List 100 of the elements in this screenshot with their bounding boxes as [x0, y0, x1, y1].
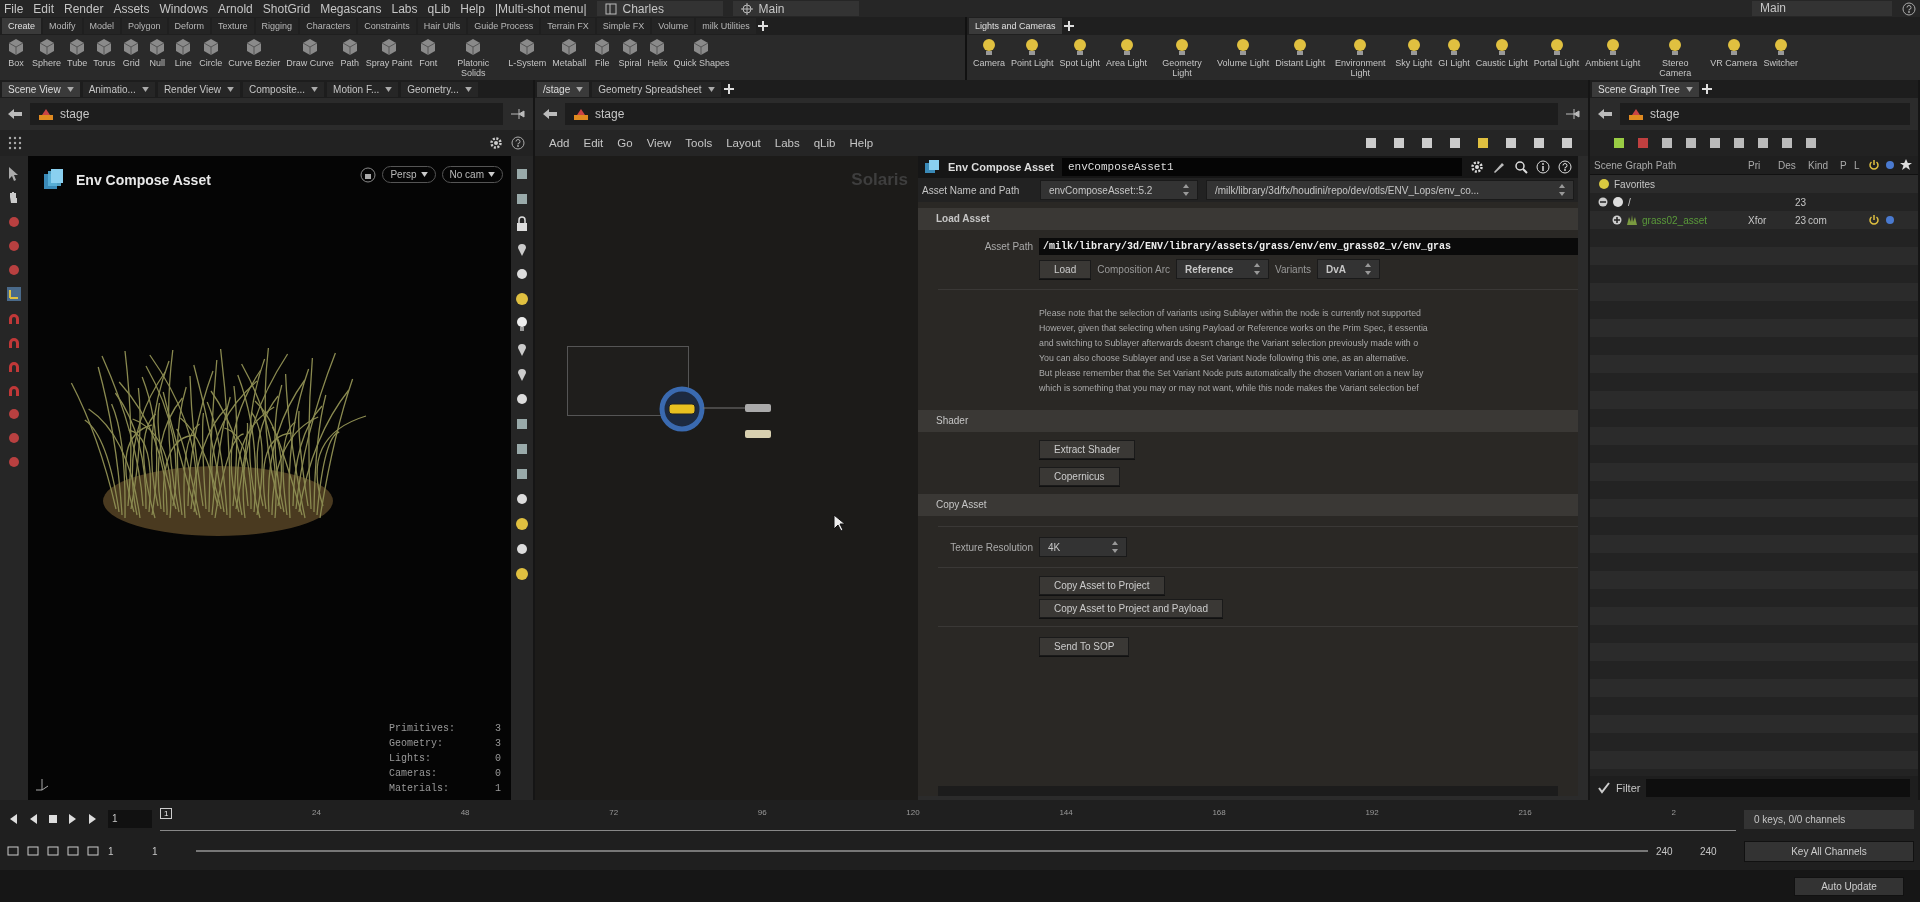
copy-asset-button[interactable]: Copy Asset to Project and Payload [1039, 599, 1223, 618]
search-icon[interactable] [1514, 160, 1528, 174]
desktop-dropdown[interactable]: Charles [596, 1, 723, 16]
shelf-tool[interactable]: Environment Light [1331, 37, 1390, 78]
sun-icon[interactable] [514, 516, 530, 532]
menu-item[interactable]: |Multi-shot menu| [494, 1, 587, 16]
plus-icon[interactable] [1701, 84, 1712, 94]
tree-row[interactable]: / 23 [1590, 193, 1918, 211]
tree-row[interactable]: Favorites [1590, 175, 1918, 193]
key-all-channels-button[interactable]: Key All Channels [1744, 840, 1914, 862]
cube-icon[interactable] [514, 416, 530, 432]
shelf-tool[interactable]: Camera [973, 37, 1005, 68]
shelf-tab[interactable]: Polygon [122, 18, 167, 34]
shelf-tool[interactable]: Curve Bezier [228, 37, 281, 68]
asset-path-field[interactable]: /milk/library/3d/ENV/library/assets/grass/env/env_grass02_v/env_gras [1039, 238, 1578, 255]
star-icon[interactable] [1900, 159, 1912, 171]
shelf-tab[interactable]: Lights and Cameras [969, 18, 1062, 34]
menu-item[interactable]: Render [64, 1, 104, 16]
menu-item[interactable]: Megascans [320, 1, 382, 16]
plus-icon[interactable] [757, 21, 768, 31]
sun-icon[interactable] [514, 291, 530, 307]
menu-item[interactable]: View [646, 137, 672, 149]
shader-button[interactable]: Extract Shader [1039, 440, 1136, 459]
shelf-tool[interactable]: Geometry Light [1153, 37, 1212, 78]
shelf-tool[interactable]: Torus [93, 37, 116, 68]
shelf-tool[interactable]: Spot Light [1059, 37, 1101, 68]
pane-tab[interactable]: Scene Graph Tree [1592, 81, 1699, 97]
menu-item[interactable]: Help [460, 1, 485, 16]
shelf-tool[interactable]: Caustic Light [1475, 37, 1528, 68]
cube-icon[interactable] [514, 191, 530, 207]
plus-icon[interactable] [723, 84, 734, 94]
shelf-tab[interactable]: Deform [168, 18, 211, 34]
shelf-tool[interactable]: Platonic Solids [444, 37, 503, 78]
auto-update-button[interactable]: Auto Update [1794, 876, 1904, 896]
tree-row[interactable]: grass02_asset Xfor 23 com [1590, 211, 1918, 229]
shelf-tool[interactable]: Circle [199, 37, 223, 68]
pane-tab[interactable]: Render View [157, 81, 240, 97]
sphere-icon[interactable] [514, 266, 530, 282]
expander-icon[interactable] [1598, 197, 1608, 207]
sphere-icon[interactable] [514, 541, 530, 557]
shelf-tool[interactable]: Path [339, 37, 360, 68]
shelf-tool[interactable]: Stereo Camera [1646, 37, 1705, 78]
toolbar-square-icon[interactable] [1392, 136, 1406, 150]
grid-dots-icon[interactable] [8, 136, 22, 150]
toolbar-square-icon[interactable] [1476, 136, 1490, 150]
shelf-tool[interactable]: Null [147, 37, 168, 68]
path-field[interactable]: stage [30, 103, 503, 125]
toolbar-square-icon[interactable] [1560, 136, 1574, 150]
copy-asset-button[interactable]: Copy Asset to Project [1039, 576, 1165, 595]
settings-icon[interactable] [489, 136, 503, 150]
tool-square-icon[interactable] [86, 844, 100, 858]
column-header[interactable]: Des [1778, 159, 1806, 171]
pane-tab[interactable]: Animatio... [82, 81, 155, 97]
pin-icon[interactable] [1566, 108, 1580, 120]
shelf-tool[interactable]: Metaball [552, 37, 587, 68]
shelf-tool[interactable]: Ambient Light [1585, 37, 1641, 68]
composition-arc-dropdown[interactable]: Reference [1176, 259, 1270, 279]
cube-icon[interactable] [514, 441, 530, 457]
pane-tab[interactable]: Composite... [242, 81, 325, 97]
back-arrow-icon[interactable] [543, 108, 557, 120]
variants-dropdown[interactable]: DvA [1317, 259, 1380, 279]
axes-icon[interactable] [6, 286, 22, 302]
timeline-ruler[interactable]: 1 24 48 72 96 120 144 168 192 216 2 [160, 807, 1736, 831]
cube-icon[interactable] [514, 466, 530, 482]
power-icon[interactable] [1868, 214, 1880, 226]
column-header[interactable]: Scene Graph Path [1594, 159, 1746, 171]
pane-tab[interactable]: Motion F... [327, 81, 399, 97]
node-drawing[interactable] [745, 429, 771, 439]
pane-tab[interactable]: Geometry Spreadsheet [592, 81, 721, 97]
shelf-tool[interactable]: L-System [508, 37, 547, 68]
menu-item[interactable]: qLib [813, 137, 836, 149]
shelf-tool[interactable]: Font [418, 37, 439, 68]
playback-icon[interactable] [46, 812, 60, 826]
toolbar-square-icon[interactable] [1684, 136, 1698, 150]
shelf-tool[interactable]: Volume Light [1217, 37, 1270, 68]
sphere-icon[interactable] [514, 491, 530, 507]
shelf-tool[interactable]: Quick Shapes [673, 37, 730, 68]
frame-field[interactable]: 1 [108, 810, 152, 828]
range-field[interactable]: 240 [1656, 845, 1692, 857]
section-header[interactable]: Load Asset [918, 208, 1578, 230]
tool-square-icon[interactable] [46, 844, 60, 858]
toolbar-square-icon[interactable] [1756, 136, 1770, 150]
expander-icon[interactable] [1612, 215, 1622, 225]
toolbar-square-icon[interactable] [1532, 136, 1546, 150]
pane-tab[interactable]: /stage [537, 81, 590, 97]
asset-name-dropdown[interactable]: envComposeAsset::5.2 [1040, 180, 1198, 200]
shelf-tab[interactable]: Guide Process [468, 18, 540, 34]
toolbar-square-icon[interactable] [1612, 136, 1626, 150]
info-icon[interactable] [1536, 160, 1550, 174]
menu-item[interactable]: Labs [774, 137, 800, 149]
toolbar-square-icon[interactable] [1420, 136, 1434, 150]
tool-square-icon[interactable] [66, 844, 80, 858]
toolbar-square-icon[interactable] [1660, 136, 1674, 150]
tool-square-icon[interactable] [6, 844, 20, 858]
back-arrow-icon[interactable] [8, 108, 22, 120]
menu-item[interactable]: Arnold [218, 1, 253, 16]
toolbar-square-icon[interactable] [1448, 136, 1462, 150]
shelf-tool[interactable]: File [592, 37, 613, 68]
toolbar-square-icon[interactable] [1804, 136, 1818, 150]
column-header[interactable]: L [1854, 159, 1866, 171]
